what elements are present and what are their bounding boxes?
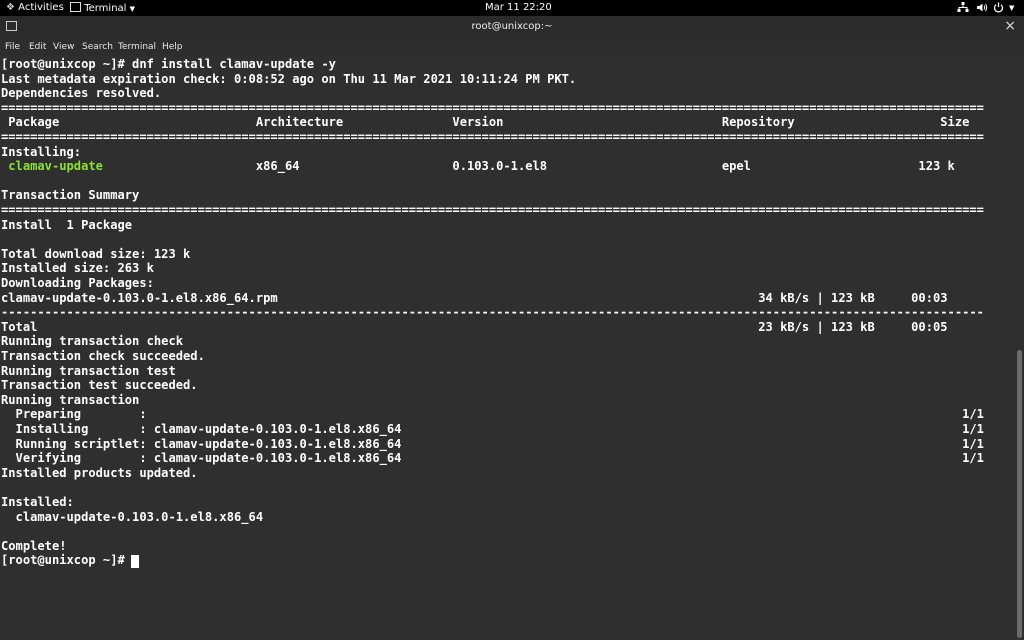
terminal-line: Transaction check succeeded. [1, 349, 205, 363]
terminal-prompt: [root@unixcop ~]# [1, 553, 133, 568]
terminal-line [0, 524, 1, 539]
menu-search[interactable]: Search [82, 42, 113, 52]
terminal-line: Running transaction check [1, 334, 184, 349]
menu-help[interactable]: Help [162, 42, 183, 52]
menu-terminal[interactable]: Terminal [118, 42, 156, 52]
terminal-output[interactable]: [root@unixcop ~]# dnf install clamav-upd… [0, 56, 1014, 640]
terminal-line: Preparing : 1/1 [1, 407, 984, 422]
activities-label: Activities [18, 2, 64, 13]
terminal-line: Total 23 kB/s | 123 kB 00:05 [1, 319, 948, 334]
chevron-down-icon: ▼ [129, 5, 136, 13]
terminal-line: Running transaction [1, 392, 140, 407]
package-row: clamav-update x86_64 0.103.0-1.el8 epel … [0, 159, 955, 174]
menu-view[interactable]: View [53, 42, 74, 52]
terminal-line: Installed: [1, 495, 74, 509]
power-icon[interactable] [993, 2, 1004, 17]
terminal-line: Downloading Packages: [1, 276, 154, 290]
package-details: x86_64 0.103.0-1.el8 epel 123 k [102, 159, 955, 174]
terminal-line: Installed size: 263 k [1, 261, 154, 276]
network-icon[interactable] [957, 2, 969, 17]
activities-icon: ❖ [6, 2, 15, 13]
system-menu-chevron-icon[interactable]: ▼ [1009, 2, 1014, 14]
menu-file[interactable]: File [5, 42, 20, 52]
terminal-line: ========================================… [1, 203, 984, 217]
close-button[interactable]: × [1004, 18, 1016, 34]
terminal-line [0, 232, 1, 247]
terminal-icon [70, 2, 81, 12]
terminal-line: Transaction Summary [1, 188, 140, 203]
clock[interactable]: Mar 11 22:20 [485, 2, 552, 14]
terminal-line: ========================================… [1, 100, 984, 115]
terminal-app-menu[interactable]: Terminal ▼ [70, 2, 135, 15]
terminal-line: ========================================… [1, 130, 984, 144]
activities-button[interactable]: ❖ Activities [6, 2, 64, 14]
terminal-line: Verifying : clamav-update-0.103.0-1.el8.… [1, 451, 984, 466]
terminal-line [0, 174, 1, 189]
terminal-line: Dependencies resolved. [1, 86, 162, 101]
package-name: clamav-update [1, 159, 103, 174]
terminal-line: Package Architecture Version Repository … [1, 115, 970, 130]
terminal-line: Running transaction test [1, 363, 176, 378]
terminal-line: clamav-update-0.103.0-1.el8.x86_64 [1, 509, 264, 524]
menu-bar: File Edit View Search Terminal Help [0, 38, 1024, 56]
terminal-line: Complete! [1, 538, 67, 553]
terminal-line: ----------------------------------------… [1, 305, 984, 320]
terminal-line: clamav-update-0.103.0-1.el8.x86_64.rpm 3… [1, 290, 948, 305]
terminal-line: Transaction test succeeded. [1, 378, 198, 393]
scrollbar-thumb[interactable] [1017, 350, 1022, 638]
window-titlebar[interactable]: root@unixcop:~ × [0, 16, 1024, 39]
terminal-scrollbar[interactable] [1014, 56, 1024, 640]
terminal-app-label: Terminal [84, 3, 127, 14]
window-title: root@unixcop:~ [471, 21, 553, 32]
terminal-line: Installing: [1, 144, 82, 159]
terminal-line: Installed products updated. [1, 465, 198, 480]
terminal-line: Running scriptlet: clamav-update-0.103.0… [1, 436, 984, 451]
terminal-line: Total download size: 123 k [1, 246, 191, 261]
terminal-line: Install 1 Package [1, 217, 133, 232]
terminal-line: Installing : clamav-update-0.103.0-1.el8… [1, 422, 984, 436]
menu-edit[interactable]: Edit [29, 42, 46, 52]
terminal-line: Last metadata expiration check: 0:08:52 … [1, 71, 577, 86]
terminal-line [0, 480, 1, 495]
top-bar: ❖ Activities Terminal ▼ Mar 11 22:20 ▼ [0, 0, 1024, 16]
terminal-line: [root@unixcop ~]# dnf install clamav-upd… [1, 57, 336, 71]
volume-icon[interactable] [976, 2, 988, 17]
terminal-cursor [131, 555, 139, 568]
